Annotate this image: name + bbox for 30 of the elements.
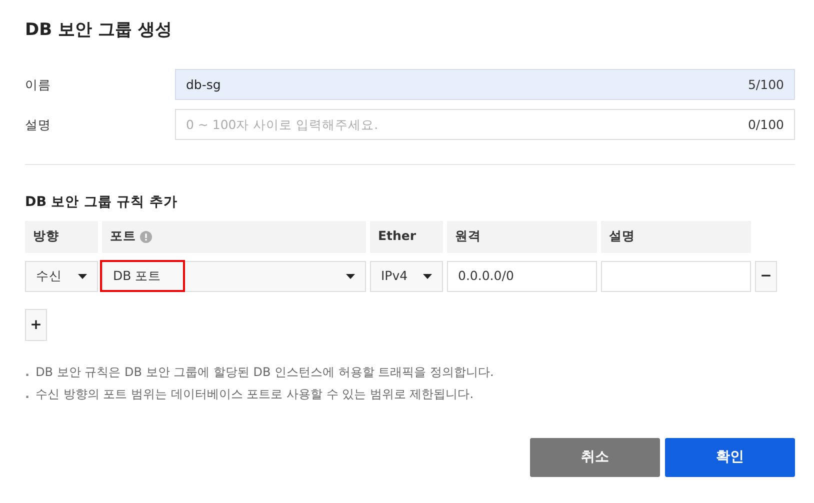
caret-icon: [346, 274, 355, 279]
remote-field[interactable]: 0.0.0.0/0: [447, 260, 597, 292]
cancel-button[interactable]: 취소: [530, 438, 660, 477]
text-field[interactable]: db-sg 5/100: [175, 69, 795, 100]
field-label: 이름: [25, 76, 52, 94]
info-icon: [140, 230, 152, 243]
char-counter: 5/100: [748, 76, 784, 94]
char-counter: 0/100: [748, 116, 784, 134]
column-header: 방향: [25, 220, 98, 253]
caret-icon: [423, 274, 432, 279]
dialog-title: DB 보안 그룹 생성: [25, 20, 173, 40]
remove-row-button[interactable]: −: [755, 260, 777, 292]
confirm-button[interactable]: 확인: [665, 438, 795, 477]
note-text: 수신 방향의 포트 범위는 데이터베이스 포트로 사용할 수 있는 범위로 제한됩니다.: [36, 386, 474, 401]
column-header: 원격: [447, 220, 597, 253]
add-row-button[interactable]: +: [25, 308, 47, 341]
column-header: Ether: [370, 220, 443, 253]
direction-select[interactable]: 수신: [25, 260, 98, 292]
bullet-mark: .: [25, 386, 30, 401]
ether-select[interactable]: IPv4: [370, 260, 443, 292]
column-header: 포트: [102, 220, 366, 253]
column-header: 설명: [601, 220, 751, 253]
caret-icon: [78, 274, 87, 279]
field-label: 설명: [25, 116, 52, 134]
note-text: DB 보안 규칙은 DB 보안 그룹에 할당된 DB 인스턴스에 허용할 트래픽을 정의합니다.: [36, 364, 494, 379]
description-field[interactable]: [601, 260, 751, 292]
section-title: DB 보안 그룹 규칙 추가: [25, 193, 178, 212]
text-field[interactable]: 0 ~ 100자 사이로 입력해주세요. 0/100: [175, 109, 795, 140]
bullet-mark: .: [25, 364, 30, 379]
port-select[interactable]: DB 포트: [102, 260, 366, 292]
